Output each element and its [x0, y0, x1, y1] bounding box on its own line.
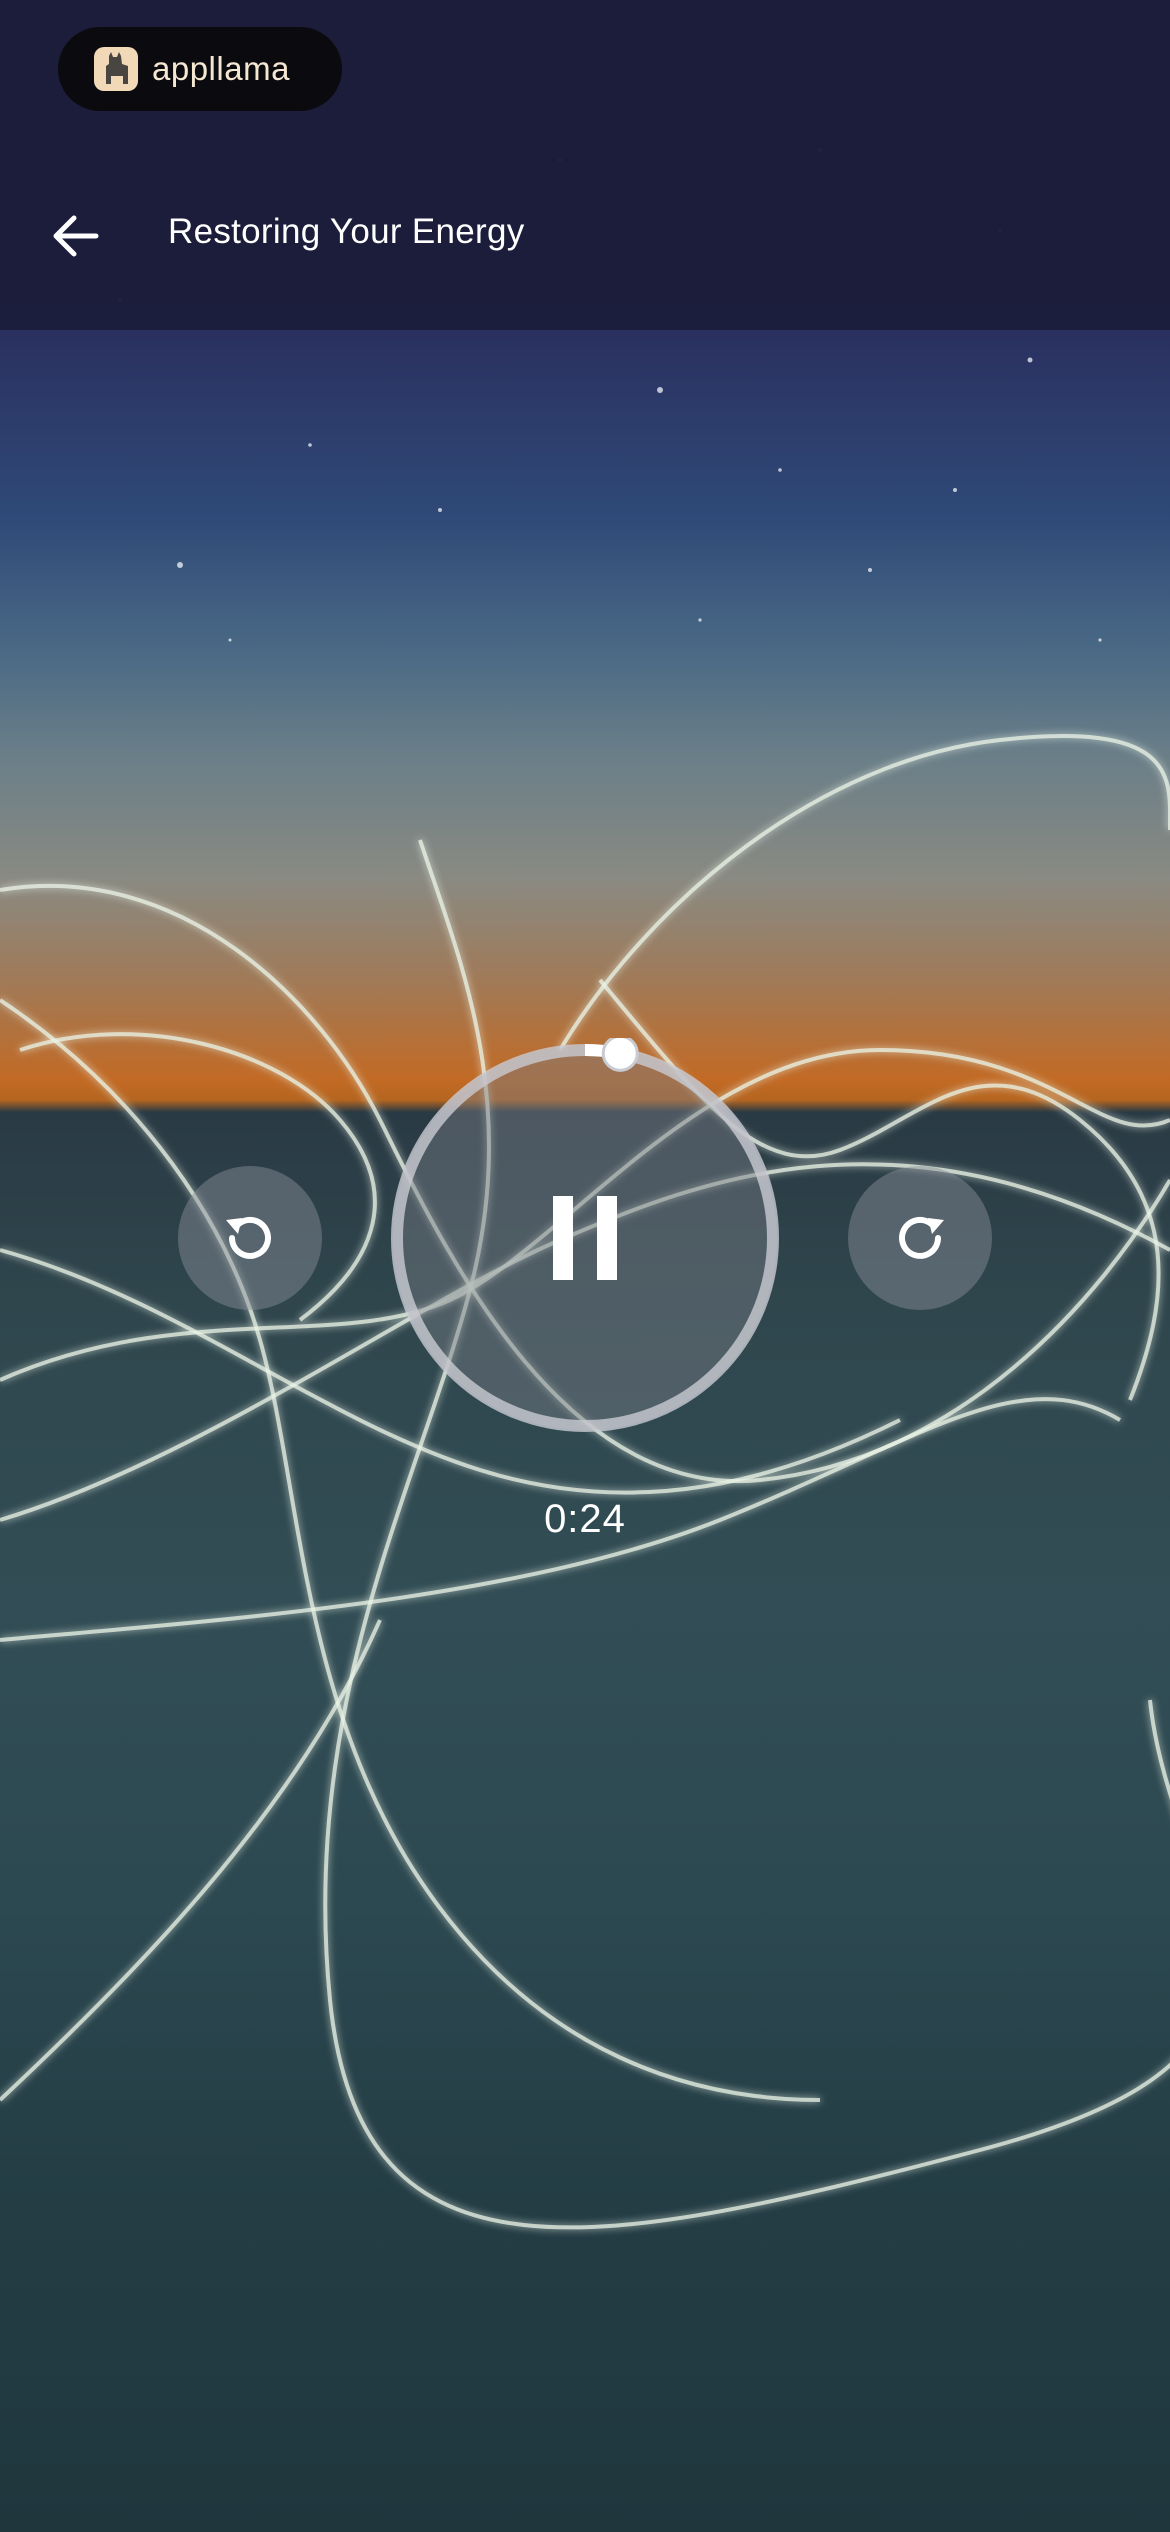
fast-forward-button[interactable]	[848, 1166, 992, 1310]
llama-icon	[94, 47, 138, 91]
brand-name: appllama	[152, 50, 290, 87]
brand-badge: appllama	[58, 27, 342, 111]
rewind-button[interactable]	[178, 1166, 322, 1310]
pause-icon-bar-left	[553, 1196, 573, 1280]
pause-button[interactable]	[515, 1168, 655, 1308]
pause-icon-bar-right	[597, 1196, 617, 1280]
page-title: Restoring Your Energy	[168, 212, 525, 251]
progress-knob[interactable]	[601, 1038, 639, 1072]
arrow-left-icon	[53, 215, 99, 257]
fast-forward-icon	[899, 1216, 944, 1259]
audio-player	[385, 1038, 785, 1438]
rewind-icon	[226, 1216, 271, 1259]
back-button[interactable]	[40, 200, 112, 272]
elapsed-time: 0:24	[544, 1497, 626, 1541]
app-header: appllama Restoring Your Energy	[0, 0, 1170, 330]
